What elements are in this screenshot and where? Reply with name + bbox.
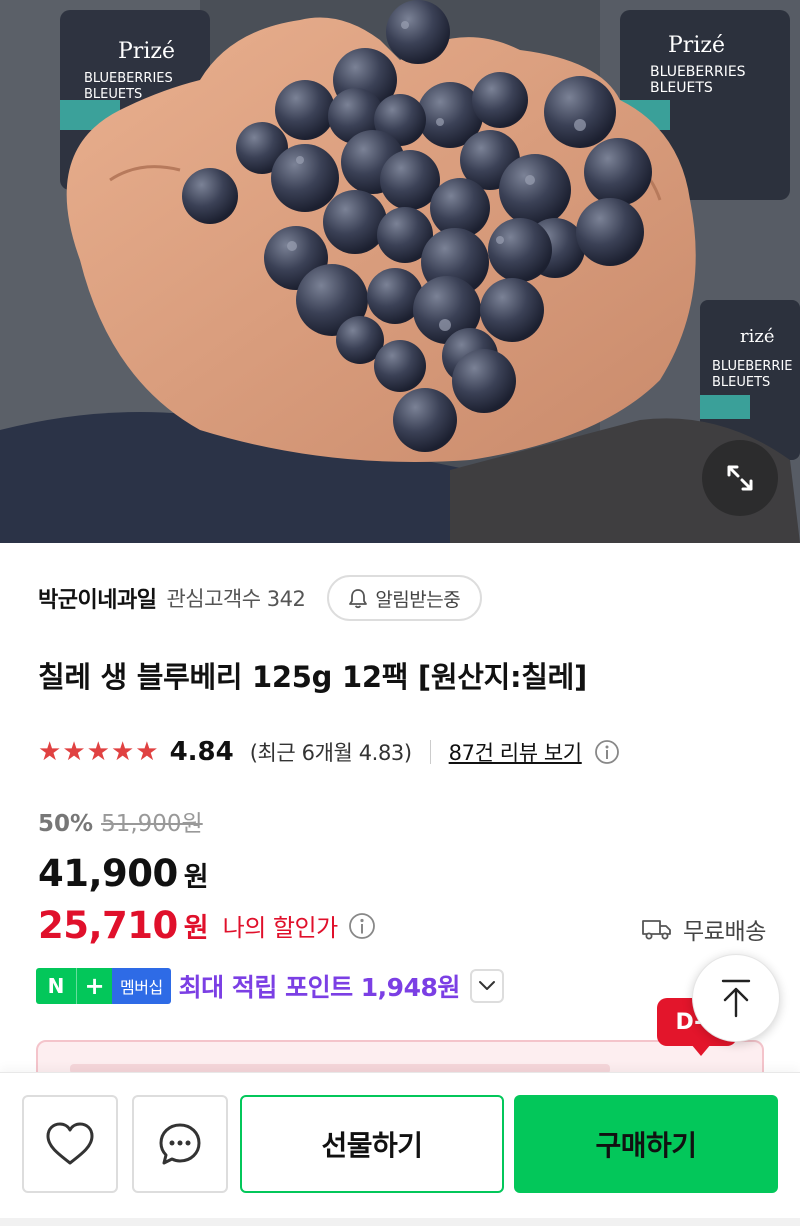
store-name[interactable]: 박군이네과일	[38, 582, 157, 614]
bell-icon	[349, 589, 368, 609]
arrow-up-icon	[721, 979, 751, 1018]
product-image[interactable]: Prizé BLUEBERRIES BLEUETS Prizé BLUEBERR…	[0, 0, 800, 543]
my-price-label: 나의 할인가	[222, 914, 339, 942]
sale-price-unit: 원	[183, 862, 209, 893]
package-brand-left: Prizé	[118, 39, 175, 64]
sale-price-row: 41,900 원	[38, 852, 209, 895]
my-price-row: 25,710 원 나의 할인가	[38, 904, 376, 947]
alarm-label: 알림받는중	[375, 588, 461, 611]
svg-text:BLEUETS: BLEUETS	[650, 80, 713, 96]
star-icon: ★	[110, 737, 135, 767]
naver-n-logo: N	[36, 968, 76, 1004]
expand-icon	[727, 465, 753, 491]
membership-points-row: N + 멤버십 최대 적립 포인트 1,948원	[36, 968, 504, 1004]
star-icon: ★	[38, 737, 62, 767]
rating-row: ★ ★ ★ ★ ★ 4.84 (최근 6개월 4.83) 87건 리뷰 보기	[38, 732, 620, 772]
plus-icon: +	[76, 968, 112, 1004]
talk-talk-button[interactable]	[132, 1095, 228, 1193]
product-title: 칠레 생 블루베리 125g 12팩 [원산지:칠레]	[38, 660, 587, 694]
scroll-top-button[interactable]	[692, 954, 780, 1042]
star-icon: ★	[62, 737, 86, 767]
chevron-down-icon	[478, 981, 495, 990]
store-row: 박군이네과일 관심고객수 342 알림받는중	[38, 574, 483, 622]
discount-row: 50% 51,900원	[38, 804, 203, 838]
reviews-link[interactable]: 87건 리뷰 보기	[449, 737, 582, 767]
my-discount-price: 25,710	[38, 904, 178, 947]
points-expand-toggle[interactable]	[469, 969, 504, 1003]
shipping-info: 무료배송	[641, 912, 766, 946]
divider	[429, 740, 431, 764]
alarm-button[interactable]: 알림받는중	[327, 575, 483, 621]
discount-rate: 50%	[38, 811, 94, 837]
chat-icon	[159, 1123, 201, 1165]
star-icon: ★	[86, 737, 110, 767]
expand-image-button[interactable]	[702, 440, 778, 516]
svg-text:BLEUETS: BLEUETS	[84, 87, 142, 102]
max-points-text: 최대 적립 포인트 1,948원	[178, 973, 461, 1002]
bottom-divider	[0, 1218, 800, 1226]
info-icon[interactable]	[348, 912, 376, 940]
npay-membership-badge: N + 멤버십	[36, 968, 171, 1004]
buy-button[interactable]: 구매하기	[514, 1095, 778, 1193]
membership-label: 멤버십	[112, 968, 171, 1004]
svg-text:BLUEBERRIES: BLUEBERRIES	[650, 64, 746, 80]
blueberries-photo: Prizé BLUEBERRIES BLEUETS Prizé BLUEBERR…	[0, 0, 800, 543]
shipping-label: 무료배송	[682, 919, 766, 945]
svg-text:Prizé: Prizé	[668, 33, 725, 58]
info-icon[interactable]	[594, 739, 620, 765]
wishlist-button[interactable]	[22, 1095, 118, 1193]
svg-text:BLEUETS: BLEUETS	[712, 375, 770, 390]
svg-text:BLUEBERRIES: BLUEBERRIES	[84, 71, 173, 86]
bottom-action-bar: 선물하기 구매하기	[0, 1072, 800, 1226]
store-fans-count: 관심고객수 342	[166, 587, 306, 611]
star-icon: ★	[135, 737, 159, 767]
truck-icon	[642, 920, 671, 940]
rating-stars: ★ ★ ★ ★ ★	[38, 739, 160, 765]
heart-icon	[46, 1122, 94, 1165]
rating-recent: (최근 6개월 4.83)	[249, 741, 412, 765]
gift-button[interactable]: 선물하기	[240, 1095, 504, 1193]
rating-score: 4.84	[169, 737, 234, 767]
svg-text:rizé: rizé	[740, 326, 775, 347]
my-price-unit: 원	[183, 913, 209, 944]
original-price: 51,900원	[101, 811, 203, 837]
sale-price: 41,900	[38, 852, 178, 895]
svg-text:BLUEBERRIE: BLUEBERRIE	[712, 359, 793, 374]
